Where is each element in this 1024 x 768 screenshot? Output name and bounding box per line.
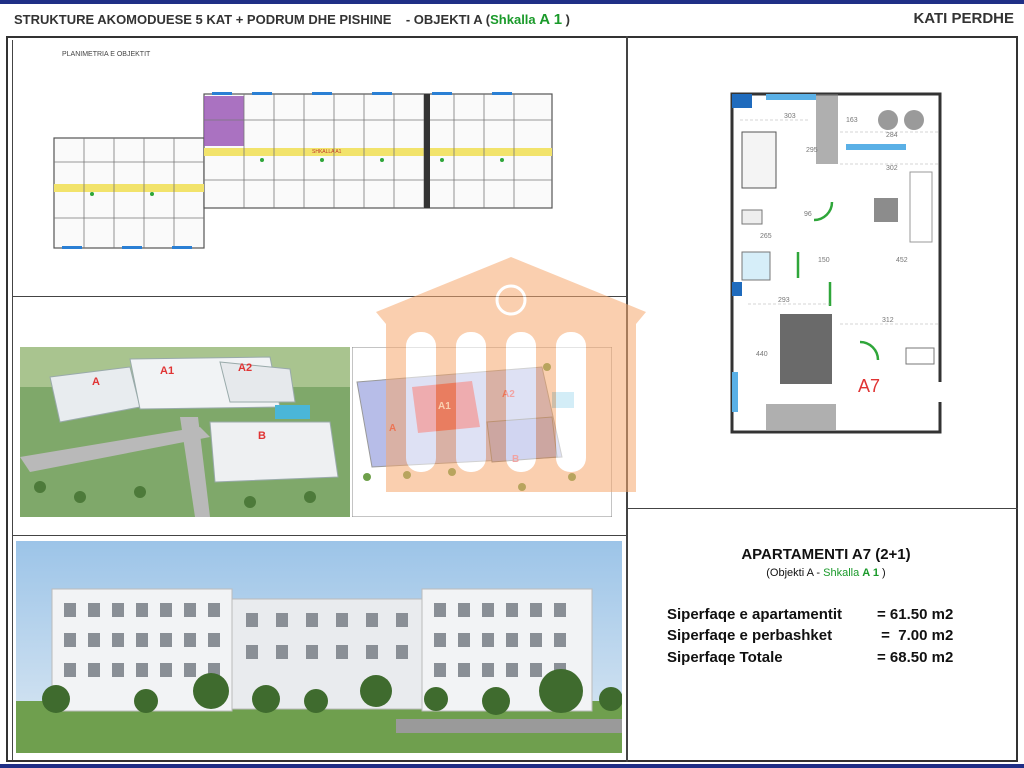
unit-window-top-1 bbox=[766, 94, 816, 100]
title-main: STRUKTURE AKOMODUESE 5 KAT + PODRUM DHE … bbox=[14, 12, 392, 27]
balcony-chair-1 bbox=[878, 110, 898, 130]
inner-border-left bbox=[12, 40, 13, 760]
title-shkalla: Shkalla bbox=[490, 12, 540, 27]
unit-label: A7 bbox=[858, 376, 880, 396]
unit-wardrobe bbox=[816, 94, 838, 164]
plan-wing-left bbox=[53, 137, 205, 249]
aerial-label-a1: A1 bbox=[160, 365, 174, 377]
dim-452: 452 bbox=[896, 257, 908, 264]
corridor-label: SHKALLA A1 bbox=[312, 149, 342, 155]
aerial-pool bbox=[275, 405, 310, 419]
building-render bbox=[16, 541, 622, 753]
unit-window-corner-top bbox=[732, 94, 752, 108]
area-value-total: = 68.50 m2 bbox=[877, 649, 954, 666]
page-header: STRUKTURE AKOMODUESE 5 KAT + PODRUM DHE … bbox=[0, 4, 1024, 34]
dim-293: 293 bbox=[778, 297, 790, 304]
apartment-subtitle-code: A 1 bbox=[862, 567, 879, 579]
area-label-apartment: Siperfaqe e apartamentit bbox=[667, 606, 843, 623]
building-a2 bbox=[219, 361, 296, 403]
apartment-title: APARTAMENTI A7 (2+1) bbox=[741, 546, 911, 563]
apartment-subtitle-shkalla: Shkalla bbox=[823, 567, 863, 579]
living-coffee-table bbox=[874, 198, 898, 222]
unit-window-top-2 bbox=[846, 144, 906, 150]
dim-302: 302 bbox=[886, 165, 898, 172]
bedroom-bed-2 bbox=[780, 314, 832, 384]
area-row-shared: Siperfaqe e perbashket = 7.00 m2 bbox=[667, 627, 953, 644]
unit-floor-plan: 303 163 284 295 302 96 150 452 293 312 4… bbox=[730, 92, 948, 434]
bathroom-toilet bbox=[741, 209, 763, 225]
corridor-main bbox=[204, 148, 552, 156]
render-road bbox=[396, 719, 622, 733]
dim-440: 440 bbox=[756, 351, 768, 358]
title-close: ) bbox=[562, 12, 571, 27]
bathroom-shower bbox=[741, 251, 771, 281]
dim-150: 150 bbox=[818, 257, 830, 264]
apartment-subtitle-suffix: ) bbox=[878, 567, 886, 579]
aerial-label-a2: A2 bbox=[238, 362, 252, 374]
bottom-accent-bar bbox=[0, 764, 1024, 768]
area-row-total: Siperfaqe Totale = 68.50 m2 bbox=[667, 649, 953, 666]
floor-label: KATI PERDHE bbox=[913, 10, 1014, 27]
corridor-left bbox=[54, 184, 204, 192]
bedroom-wardrobe-2 bbox=[766, 404, 836, 430]
area-row-apartment: Siperfaqe e apartamentit = 61.50 m2 bbox=[667, 606, 953, 623]
aerial-label-b: B bbox=[258, 430, 266, 442]
dim-312: 312 bbox=[882, 317, 894, 324]
dim-303: 303 bbox=[784, 113, 796, 120]
page-title: STRUKTURE AKOMODUESE 5 KAT + PODRUM DHE … bbox=[14, 11, 570, 28]
unit-notch bbox=[840, 382, 948, 402]
title-object: - OBJEKTI A ( bbox=[405, 12, 491, 27]
bedroom-bed-1 bbox=[741, 131, 777, 189]
dim-265: 265 bbox=[760, 233, 772, 240]
dim-163: 163 bbox=[846, 117, 858, 124]
divider-right bbox=[626, 508, 1018, 509]
balcony-chair-2 bbox=[904, 110, 924, 130]
divider-left-lower bbox=[12, 535, 626, 536]
aerial-label-a: A bbox=[92, 376, 100, 388]
dim-284: 284 bbox=[886, 132, 898, 139]
apartment-subtitle: (Objekti A - Shkalla A 1 ) bbox=[628, 567, 1024, 579]
aerial-render: A A1 A2 B bbox=[20, 347, 350, 517]
title-shkalla-code: A 1 bbox=[539, 11, 563, 28]
area-label-shared: Siperfaqe e perbashket bbox=[667, 627, 833, 644]
building-b bbox=[209, 421, 339, 483]
watermark-logo bbox=[376, 257, 646, 492]
dim-96: 96 bbox=[804, 211, 812, 218]
area-label-total: Siperfaqe Totale bbox=[667, 649, 783, 666]
site-plan-label: PLANIMETRIA E OBJEKTIT bbox=[62, 51, 151, 58]
area-value-shared: = 7.00 m2 bbox=[877, 627, 954, 644]
area-value-apartment: = 61.50 m2 bbox=[877, 606, 954, 623]
unit-window-left bbox=[732, 372, 738, 412]
highlighted-unit bbox=[204, 96, 244, 146]
object-floor-plan: SHKALLA A1 bbox=[53, 92, 553, 249]
unit-window-corner-left bbox=[732, 282, 742, 296]
plan-stair-core bbox=[424, 94, 430, 208]
dim-295: 295 bbox=[806, 147, 818, 154]
apartment-subtitle-prefix: (Objekti A - bbox=[766, 567, 824, 579]
